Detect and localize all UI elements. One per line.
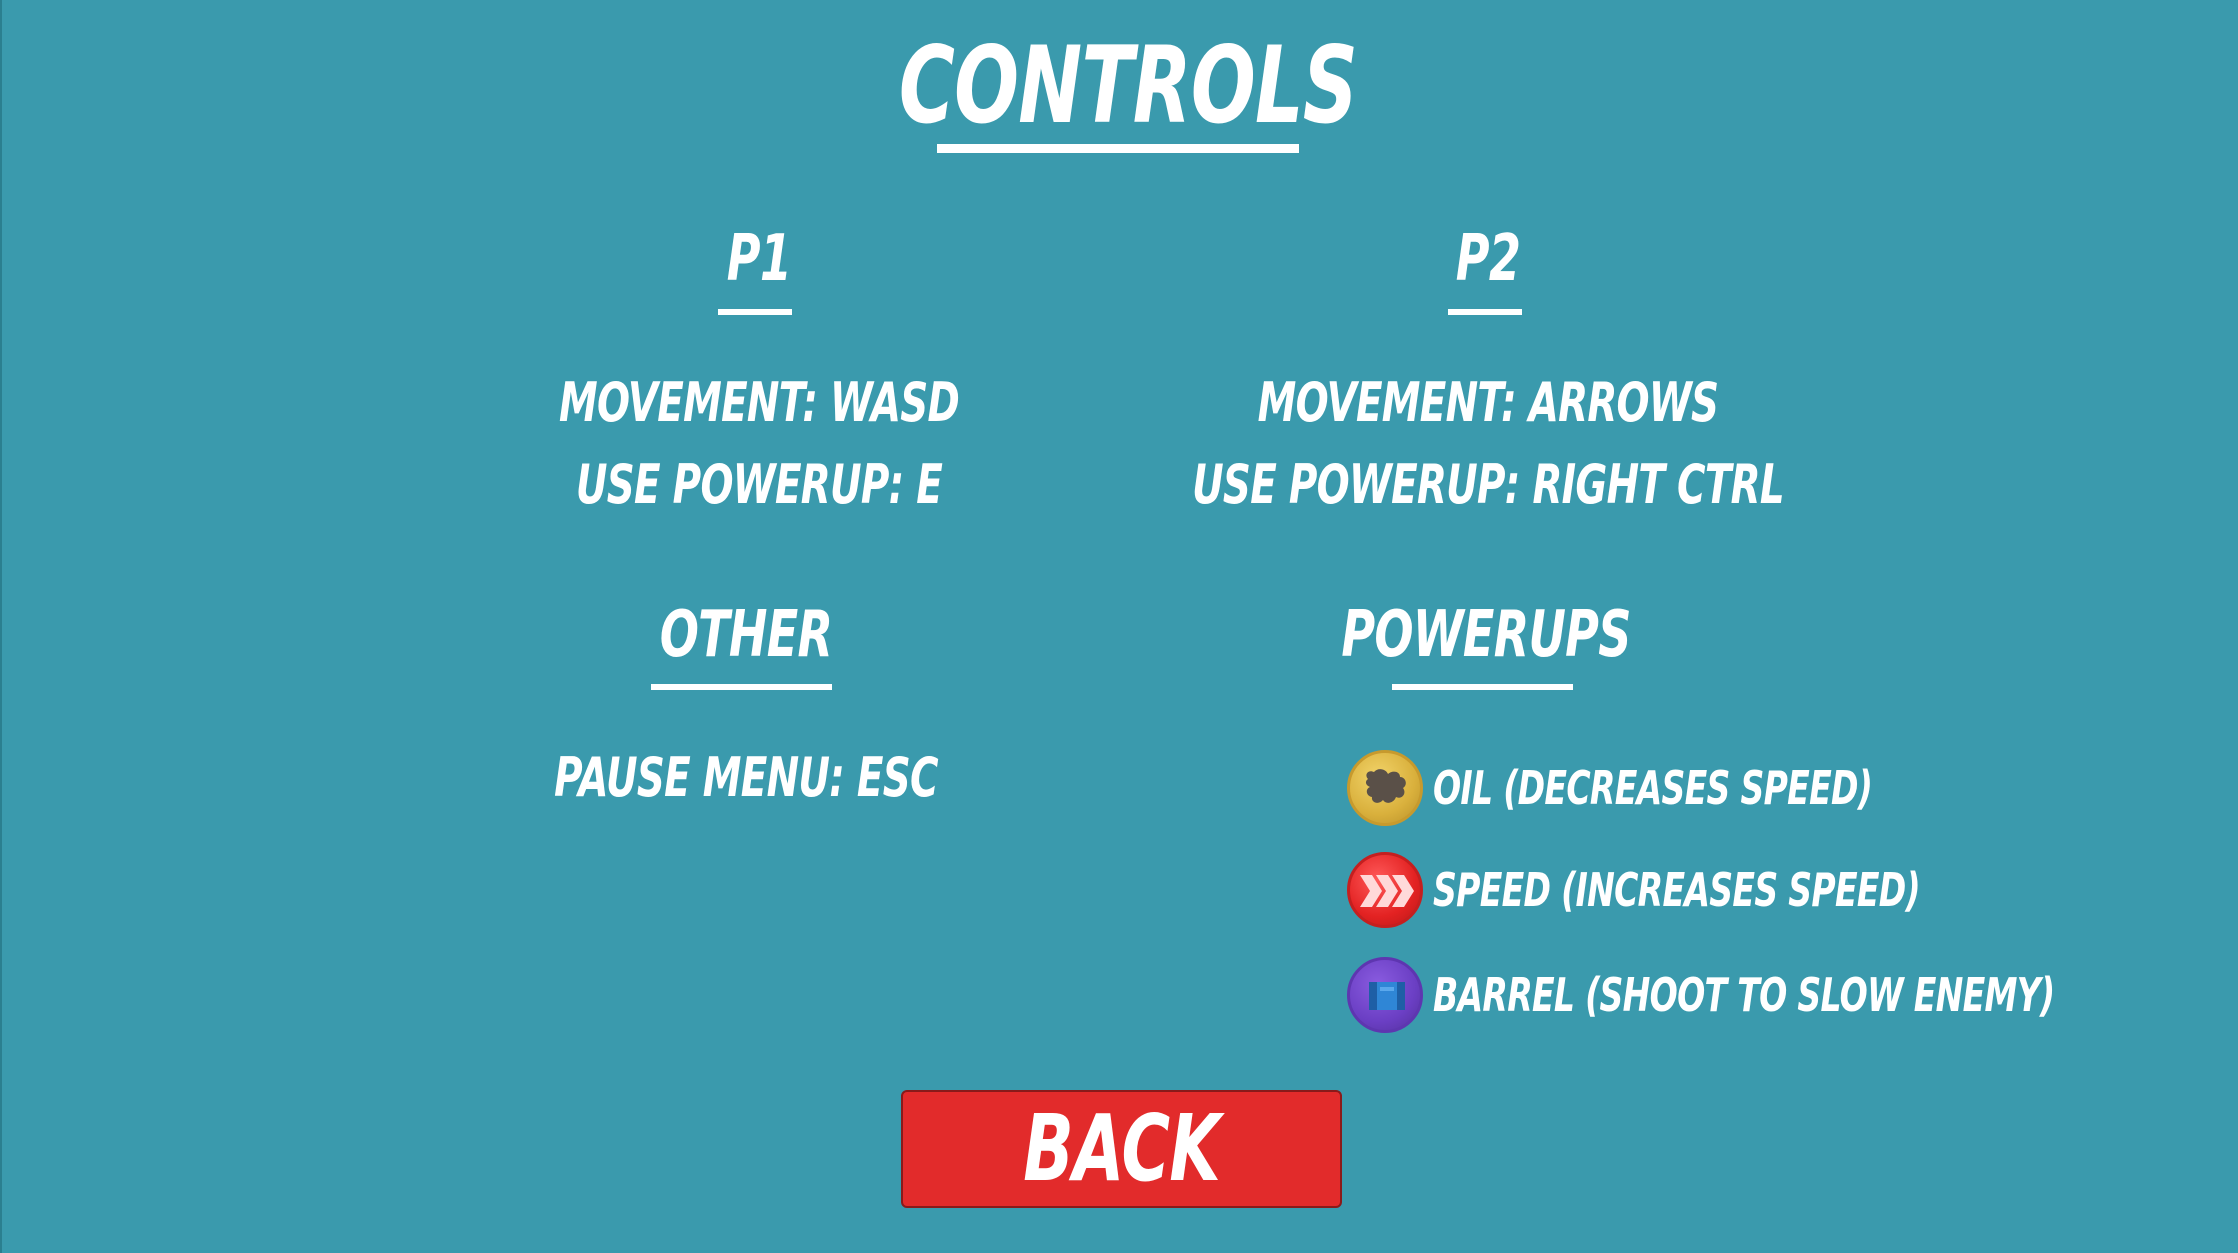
p1-use-powerup: USE POWERUP: E [575,453,943,516]
barrel-label: BARREL (SHOOT TO SLOW ENEMY) [1433,968,2055,1022]
p2-movement: MOVEMENT: ARROWS [1257,371,1719,434]
other-header-text: OTHER [659,598,833,672]
barrel-icon [1347,957,1423,1033]
powerups-header-text: POWERUPS [1341,598,1631,672]
page-title-text: CONTROLS [898,24,1358,147]
other-controls: PAUSE MENU: ESC [480,740,1013,816]
pause-menu-control: PAUSE MENU: ESC [554,746,938,809]
p2-underline [1448,309,1522,315]
speed-label: SPEED (INCREASES SPEED) [1433,863,1921,917]
powerups-underline [1392,684,1573,690]
powerup-speed: SPEED (INCREASES SPEED) [1347,852,2109,928]
p1-header: P1 [714,222,803,296]
title-underline [937,144,1299,153]
powerup-barrel: BARREL (SHOOT TO SLOW ENEMY) [1347,957,2238,1033]
p1-header-text: P1 [726,222,792,296]
powerups-header: POWERUPS [1285,598,1687,672]
oil-icon [1347,750,1423,826]
powerup-oil: OIL (DECREASES SPEED) [1347,750,2043,826]
p2-controls: MOVEMENT: ARROWS USE POWERUP: RIGHT CTRL [1077,362,1899,526]
back-button[interactable]: BACK [901,1090,1342,1208]
p2-header: P2 [1443,222,1532,296]
p1-movement: MOVEMENT: WASD [558,371,960,434]
page-title: CONTROLS [810,28,1447,144]
p2-use-powerup: USE POWERUP: RIGHT CTRL [1192,453,1785,516]
other-underline [651,684,832,690]
p1-controls: MOVEMENT: WASD USE POWERUP: E [481,362,1037,526]
p1-underline [718,309,792,315]
oil-label: OIL (DECREASES SPEED) [1433,761,1873,815]
controls-screen: CONTROLS P1 MOVEMENT: WASD USE POWERUP: … [0,0,2238,1253]
other-header: OTHER [626,598,866,672]
back-button-label: BACK [1023,1095,1221,1202]
p2-header-text: P2 [1455,222,1521,296]
speed-icon [1347,852,1423,928]
